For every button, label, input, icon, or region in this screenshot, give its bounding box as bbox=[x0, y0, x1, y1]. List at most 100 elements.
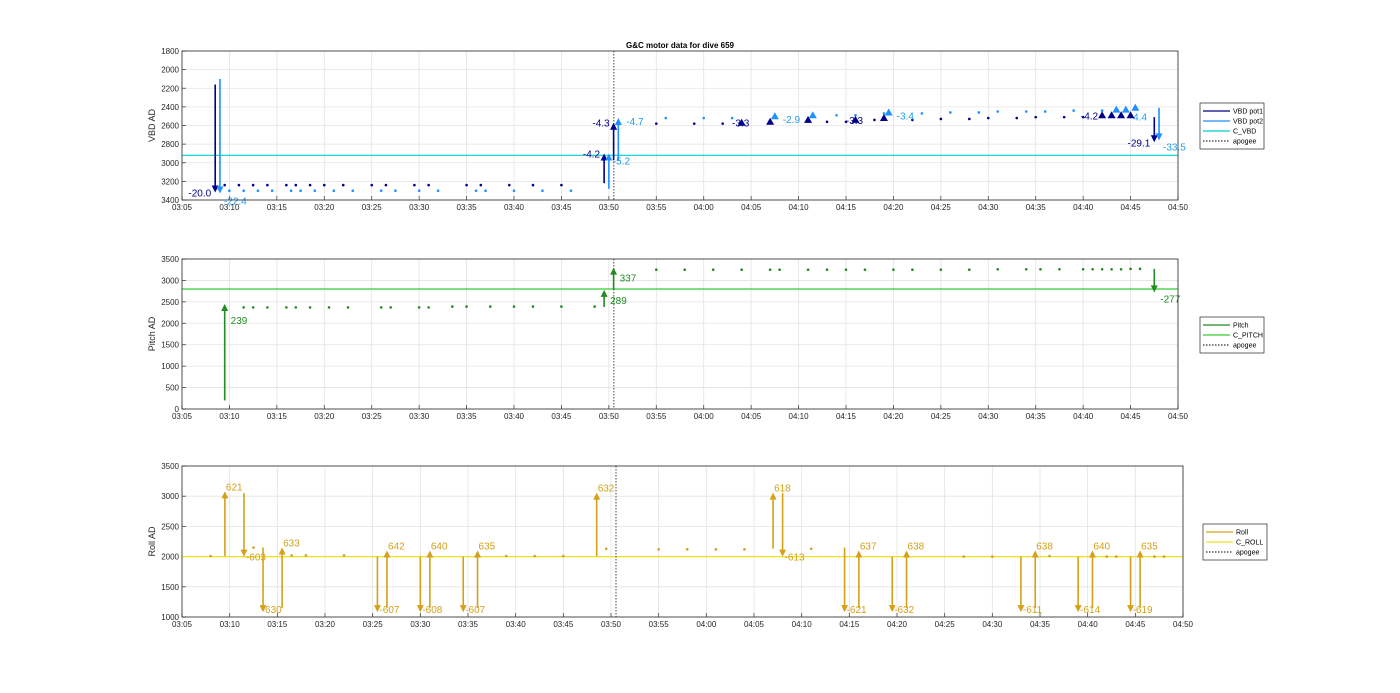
data-point bbox=[417, 189, 421, 192]
data-point bbox=[968, 117, 971, 121]
data-point bbox=[863, 268, 867, 272]
data-point bbox=[1129, 267, 1132, 271]
value-label: -33.5 bbox=[1163, 142, 1186, 153]
data-point bbox=[474, 189, 478, 192]
legend: Pitch C_PITCHapogee bbox=[1199, 316, 1265, 354]
data-point bbox=[560, 183, 563, 187]
x-tick-label: 03:40 bbox=[504, 412, 525, 421]
plot-background bbox=[182, 259, 1178, 409]
x-tick-label: 04:05 bbox=[744, 620, 765, 629]
x-tick-label: 03:55 bbox=[646, 412, 667, 421]
value-label: -3.3 bbox=[732, 119, 750, 130]
data-point bbox=[351, 189, 355, 192]
value-label: -5.2 bbox=[613, 156, 631, 167]
data-point bbox=[237, 183, 241, 187]
x-tick-label: 03:40 bbox=[506, 620, 527, 629]
y-tick-label: 3000 bbox=[161, 492, 179, 501]
data-point bbox=[228, 189, 231, 192]
data-point bbox=[327, 306, 331, 309]
value-label: -4.7 bbox=[626, 117, 644, 128]
y-tick-label: 3000 bbox=[161, 276, 179, 285]
x-tick-label: 04:25 bbox=[935, 620, 956, 629]
data-point bbox=[892, 268, 895, 272]
data-point bbox=[507, 183, 511, 187]
x-tick-label: 04:50 bbox=[1168, 203, 1189, 212]
data-point bbox=[533, 554, 537, 558]
x-tick-label: 03:35 bbox=[457, 203, 478, 212]
data-point bbox=[251, 306, 255, 309]
x-tick-label: 03:30 bbox=[409, 203, 430, 212]
value-label: -613 bbox=[785, 553, 805, 564]
data-point bbox=[290, 554, 293, 557]
data-point bbox=[743, 548, 746, 551]
data-point bbox=[531, 183, 535, 187]
data-point bbox=[986, 116, 990, 120]
y-tick-label: 1500 bbox=[161, 341, 179, 350]
y-axis-label: Pitch AD bbox=[147, 316, 157, 351]
x-tick-label: 03:55 bbox=[646, 203, 667, 212]
x-tick-label: 03:20 bbox=[315, 620, 336, 629]
y-tick-label: 3400 bbox=[161, 196, 179, 205]
legend: Roll C_ROLLapogee bbox=[1202, 523, 1268, 561]
y-tick-label: 2000 bbox=[161, 66, 179, 75]
data-point bbox=[809, 547, 813, 551]
x-tick-label: 03:50 bbox=[601, 620, 622, 629]
x-tick-label: 04:10 bbox=[789, 412, 810, 421]
data-point bbox=[778, 268, 781, 272]
value-label: -632 bbox=[894, 605, 914, 616]
value-label: -3.4 bbox=[897, 111, 915, 122]
data-point bbox=[825, 120, 829, 124]
x-tick-label: 04:50 bbox=[1168, 412, 1189, 421]
data-point bbox=[1062, 115, 1066, 119]
x-tick-label: 04:20 bbox=[887, 620, 908, 629]
x-tick-label: 04:30 bbox=[982, 620, 1003, 629]
x-tick-label: 03:50 bbox=[599, 412, 620, 421]
y-tick-label: 0 bbox=[175, 405, 180, 414]
data-point bbox=[654, 268, 658, 272]
value-label: -608 bbox=[422, 605, 442, 616]
data-point bbox=[562, 554, 565, 558]
x-tick-label: 03:40 bbox=[504, 203, 525, 212]
data-point bbox=[806, 268, 810, 272]
y-tick-label: 500 bbox=[166, 384, 180, 393]
x-tick-label: 04:15 bbox=[836, 203, 857, 212]
y-tick-label: 1500 bbox=[161, 583, 179, 592]
data-point bbox=[593, 305, 596, 308]
value-label: -619 bbox=[1133, 605, 1153, 616]
data-point bbox=[1043, 110, 1047, 113]
value-label: -611 bbox=[1023, 605, 1043, 616]
data-point bbox=[242, 189, 245, 192]
vbd-axes: 03:05 03:10 03:15 03:20 03:25 03:30 03:35 03:40… bbox=[147, 47, 1265, 212]
data-point bbox=[266, 183, 269, 187]
x-tick-label: 03:20 bbox=[314, 203, 335, 212]
data-point bbox=[256, 189, 260, 192]
figure: G&C motor data for dive 659 03:05 03:10 03… bbox=[147, 41, 1268, 629]
data-point bbox=[465, 183, 468, 187]
x-tick-label: 04:45 bbox=[1121, 412, 1142, 421]
value-label: 621 bbox=[226, 482, 243, 493]
value-label: 635 bbox=[479, 542, 496, 553]
y-tick-label: 1800 bbox=[161, 47, 179, 56]
data-point bbox=[1039, 267, 1042, 271]
data-point bbox=[451, 305, 454, 308]
data-point bbox=[683, 268, 687, 272]
value-label: 637 bbox=[860, 542, 877, 553]
y-tick-label: 3200 bbox=[161, 177, 179, 186]
value-label: -3.3 bbox=[846, 116, 864, 127]
value-label: 638 bbox=[908, 542, 925, 553]
data-point bbox=[512, 305, 516, 308]
x-tick-label: 04:20 bbox=[883, 203, 904, 212]
data-point bbox=[991, 555, 994, 558]
data-point bbox=[873, 118, 876, 122]
value-label: -607 bbox=[465, 605, 485, 616]
data-point bbox=[389, 306, 392, 309]
value-label: 640 bbox=[1093, 542, 1110, 553]
x-tick-label: 04:20 bbox=[883, 412, 904, 421]
figure-title: G&C motor data for dive 659 bbox=[626, 41, 735, 50]
data-point bbox=[1015, 116, 1019, 120]
data-point bbox=[949, 111, 952, 114]
data-point bbox=[835, 113, 838, 117]
legend-label: apogee bbox=[1233, 343, 1256, 350]
x-tick-label: 03:10 bbox=[220, 620, 241, 629]
x-tick-label: 03:10 bbox=[219, 412, 240, 421]
